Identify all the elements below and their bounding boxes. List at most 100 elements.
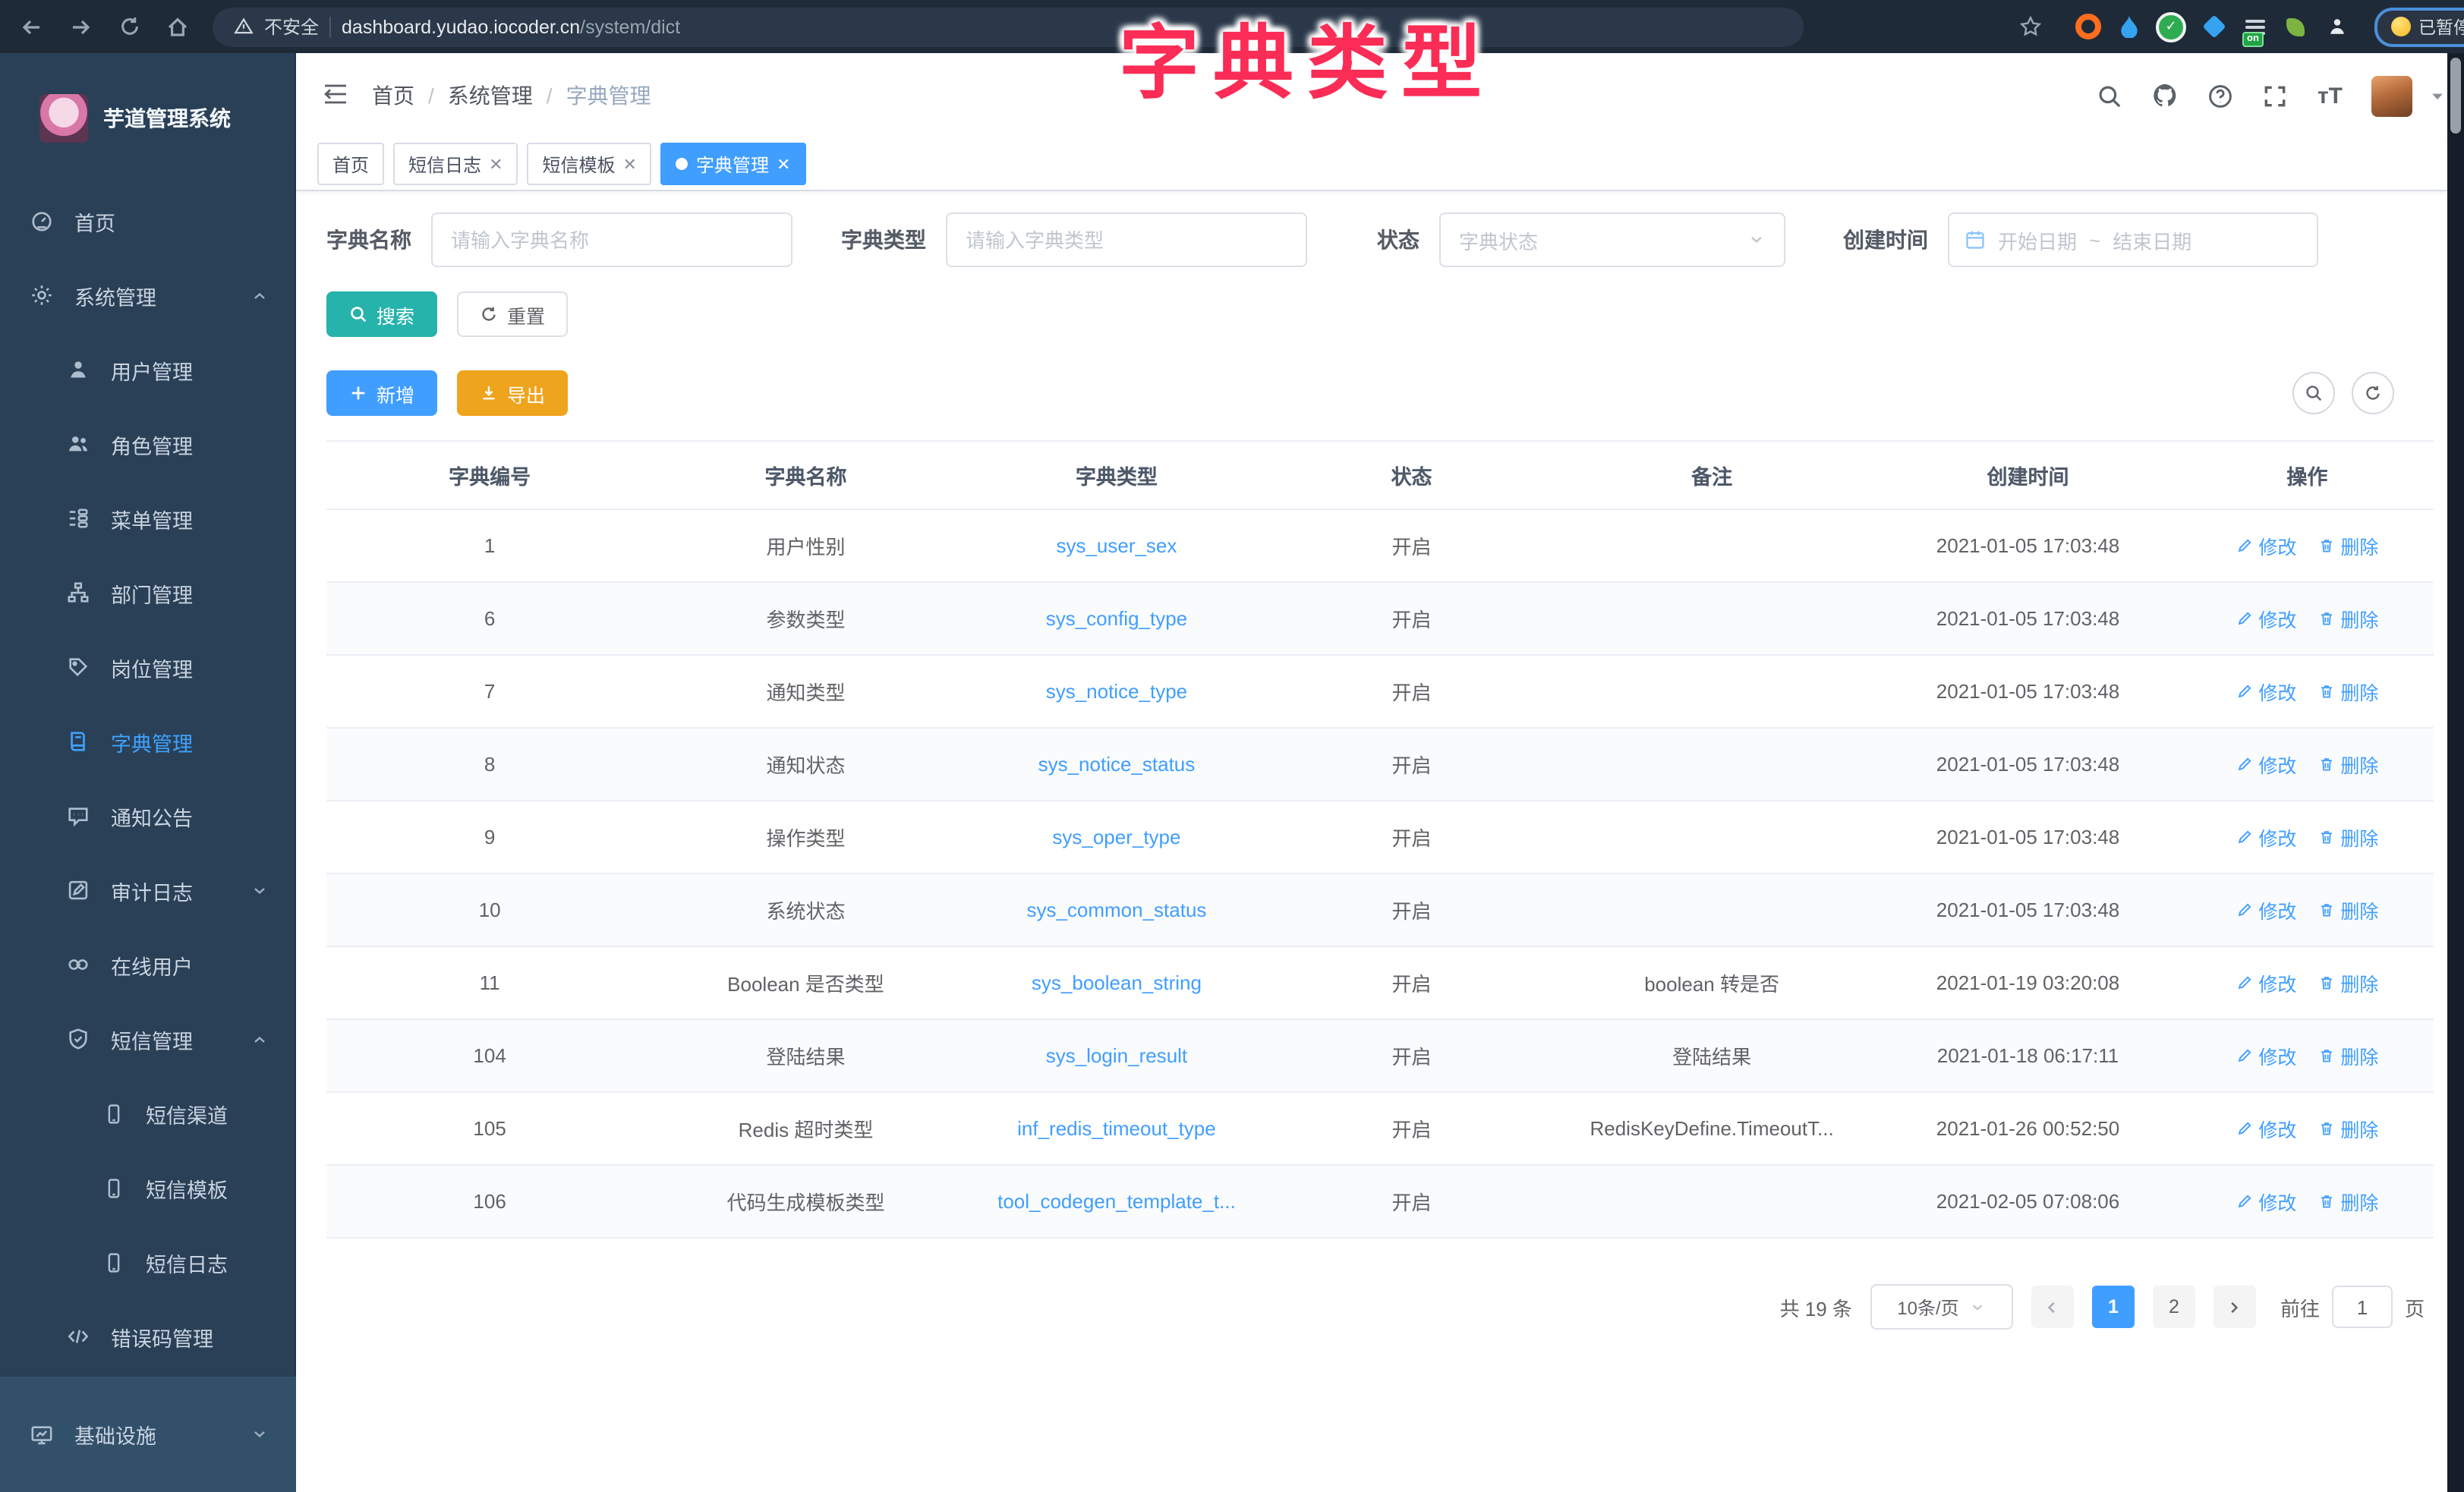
sidebar-item-departments[interactable]: 部门管理 bbox=[0, 556, 296, 630]
close-icon[interactable]: ✕ bbox=[777, 154, 790, 174]
delete-link[interactable]: 删除 bbox=[2317, 1114, 2378, 1143]
edit-link[interactable]: 修改 bbox=[2236, 968, 2296, 997]
dict-type-input[interactable] bbox=[946, 212, 1307, 267]
extension-list-icon[interactable]: on bbox=[2241, 13, 2268, 40]
sidebar-item-online-users[interactable]: 在线用户 bbox=[0, 927, 296, 1002]
paused-extension-pill[interactable]: 已暂停 bbox=[2374, 7, 2464, 46]
dict-type-link[interactable]: sys_notice_type bbox=[959, 655, 1275, 728]
edit-link[interactable]: 修改 bbox=[2236, 531, 2296, 560]
table-search-button[interactable] bbox=[2292, 372, 2335, 414]
sidebar-item-roles[interactable]: 角色管理 bbox=[0, 407, 296, 481]
end-date-placeholder[interactable]: 结束日期 bbox=[2113, 225, 2191, 254]
next-page-button[interactable] bbox=[2214, 1286, 2256, 1328]
sidebar-item-sms-template[interactable]: 短信模板 bbox=[0, 1150, 296, 1225]
extension-person-icon[interactable] bbox=[2323, 13, 2350, 40]
sidebar-item-sms[interactable]: 短信管理 bbox=[0, 1002, 296, 1076]
table-refresh-button[interactable] bbox=[2352, 372, 2394, 414]
dict-name-input[interactable] bbox=[431, 212, 792, 267]
reload-icon[interactable] bbox=[109, 7, 149, 46]
security-label[interactable]: 不安全 bbox=[264, 14, 319, 39]
tab-dict[interactable]: 字典管理✕ bbox=[661, 143, 805, 185]
page-button-2[interactable]: 2 bbox=[2153, 1286, 2195, 1328]
dict-type-link[interactable]: sys_common_status bbox=[959, 873, 1275, 946]
sidebar-item-errorcode[interactable]: 错误码管理 bbox=[0, 1299, 296, 1374]
avatar-caret-icon[interactable] bbox=[2429, 87, 2446, 104]
tab-sms-template[interactable]: 短信模板✕ bbox=[528, 143, 652, 185]
bookmark-star-icon[interactable] bbox=[2010, 7, 2050, 46]
sidebar-item-system[interactable]: 系统管理 bbox=[0, 258, 296, 332]
dict-type-link[interactable]: sys_config_type bbox=[959, 582, 1275, 655]
dict-type-link[interactable]: inf_redis_timeout_type bbox=[959, 1092, 1275, 1165]
url-text[interactable]: dashboard.yudao.iocoder.cn/system/dict bbox=[342, 16, 680, 37]
search-icon[interactable] bbox=[2097, 83, 2123, 109]
extension-gem-icon[interactable] bbox=[2200, 13, 2227, 40]
help-icon[interactable] bbox=[2208, 83, 2234, 109]
scrollbar-thumb[interactable] bbox=[2450, 58, 2461, 134]
sidebar-item-posts[interactable]: 岗位管理 bbox=[0, 630, 296, 704]
delete-link[interactable]: 删除 bbox=[2317, 823, 2378, 851]
sidebar-item-home[interactable]: 首页 bbox=[0, 184, 296, 258]
font-size-icon[interactable]: ᴛT bbox=[2317, 83, 2343, 109]
start-date-placeholder[interactable]: 开始日期 bbox=[1998, 225, 2077, 254]
edit-link[interactable]: 修改 bbox=[2236, 1187, 2296, 1216]
sidebar-item-dict[interactable]: 字典管理 bbox=[0, 704, 296, 779]
edit-link[interactable]: 修改 bbox=[2236, 750, 2296, 779]
home-icon[interactable] bbox=[158, 7, 197, 46]
sidebar-item-notice[interactable]: 通知公告 bbox=[0, 779, 296, 853]
extension-orange-icon[interactable] bbox=[2074, 13, 2101, 40]
close-icon[interactable]: ✕ bbox=[623, 154, 637, 174]
extension-drop-icon[interactable] bbox=[2115, 13, 2142, 40]
dict-type-link[interactable]: sys_notice_status bbox=[959, 728, 1275, 801]
dict-type-link[interactable]: sys_login_result bbox=[959, 1019, 1275, 1092]
scrollbar-track[interactable] bbox=[2447, 53, 2464, 1492]
fullscreen-icon[interactable] bbox=[2263, 83, 2289, 109]
tab-home[interactable]: 首页 bbox=[317, 143, 384, 185]
search-button[interactable]: 搜索 bbox=[326, 291, 437, 337]
sidebar-item-infrastructure[interactable]: 基础设施 bbox=[0, 1397, 296, 1472]
add-button[interactable]: 新增 bbox=[326, 370, 437, 416]
delete-link[interactable]: 删除 bbox=[2317, 1041, 2378, 1070]
delete-link[interactable]: 删除 bbox=[2317, 677, 2378, 706]
sidebar-toggle-icon[interactable] bbox=[320, 79, 354, 112]
sidebar-item-auditlog[interactable]: 审计日志 bbox=[0, 853, 296, 927]
edit-link[interactable]: 修改 bbox=[2236, 604, 2296, 633]
edit-link[interactable]: 修改 bbox=[2236, 823, 2296, 851]
extension-green-icon[interactable]: ✓ bbox=[2156, 11, 2186, 42]
edit-link[interactable]: 修改 bbox=[2236, 1041, 2296, 1070]
edit-link[interactable]: 修改 bbox=[2236, 896, 2296, 924]
edit-link[interactable]: 修改 bbox=[2236, 1114, 2296, 1143]
extension-leaf-icon[interactable] bbox=[2282, 13, 2309, 40]
delete-link[interactable]: 删除 bbox=[2317, 1187, 2378, 1216]
dict-type-link[interactable]: sys_user_sex bbox=[959, 509, 1275, 582]
dict-type-link[interactable]: sys_boolean_string bbox=[959, 946, 1275, 1019]
address-bar[interactable]: 不安全 dashboard.yudao.iocoder.cn/system/di… bbox=[213, 7, 1804, 46]
avatar[interactable] bbox=[2371, 75, 2412, 116]
breadcrumb-system[interactable]: 系统管理 bbox=[448, 80, 533, 111]
sidebar-item-users[interactable]: 用户管理 bbox=[0, 332, 296, 407]
tab-sms-log[interactable]: 短信日志✕ bbox=[393, 143, 518, 185]
dict-type-link[interactable]: sys_oper_type bbox=[959, 801, 1275, 873]
delete-link[interactable]: 删除 bbox=[2317, 531, 2378, 560]
back-icon[interactable] bbox=[12, 7, 52, 46]
reset-button[interactable]: 重置 bbox=[457, 291, 568, 337]
sidebar-item-sms-channel[interactable]: 短信渠道 bbox=[0, 1076, 296, 1150]
goto-page-input[interactable] bbox=[2332, 1286, 2393, 1328]
delete-link[interactable]: 删除 bbox=[2317, 968, 2378, 997]
status-select[interactable]: 字典状态 bbox=[1439, 212, 1785, 267]
export-button[interactable]: 导出 bbox=[457, 370, 568, 416]
delete-link[interactable]: 删除 bbox=[2317, 604, 2378, 633]
edit-link[interactable]: 修改 bbox=[2236, 677, 2296, 706]
dict-type-link[interactable]: tool_codegen_template_t... bbox=[959, 1165, 1275, 1238]
delete-link[interactable]: 删除 bbox=[2317, 896, 2378, 924]
close-icon[interactable]: ✕ bbox=[489, 154, 503, 174]
delete-link[interactable]: 删除 bbox=[2317, 750, 2378, 779]
page-button-1[interactable]: 1 bbox=[2092, 1286, 2135, 1328]
forward-icon[interactable] bbox=[61, 7, 100, 46]
sidebar-item-menus[interactable]: 菜单管理 bbox=[0, 481, 296, 556]
prev-page-button[interactable] bbox=[2031, 1286, 2074, 1328]
github-icon[interactable] bbox=[2152, 82, 2179, 109]
page-size-select[interactable]: 10条/页 bbox=[1870, 1284, 2013, 1330]
sidebar-item-sms-log[interactable]: 短信日志 bbox=[0, 1225, 296, 1299]
date-range-picker[interactable]: 开始日期 ~ 结束日期 bbox=[1948, 212, 2318, 267]
breadcrumb-home[interactable]: 首页 bbox=[372, 80, 414, 111]
